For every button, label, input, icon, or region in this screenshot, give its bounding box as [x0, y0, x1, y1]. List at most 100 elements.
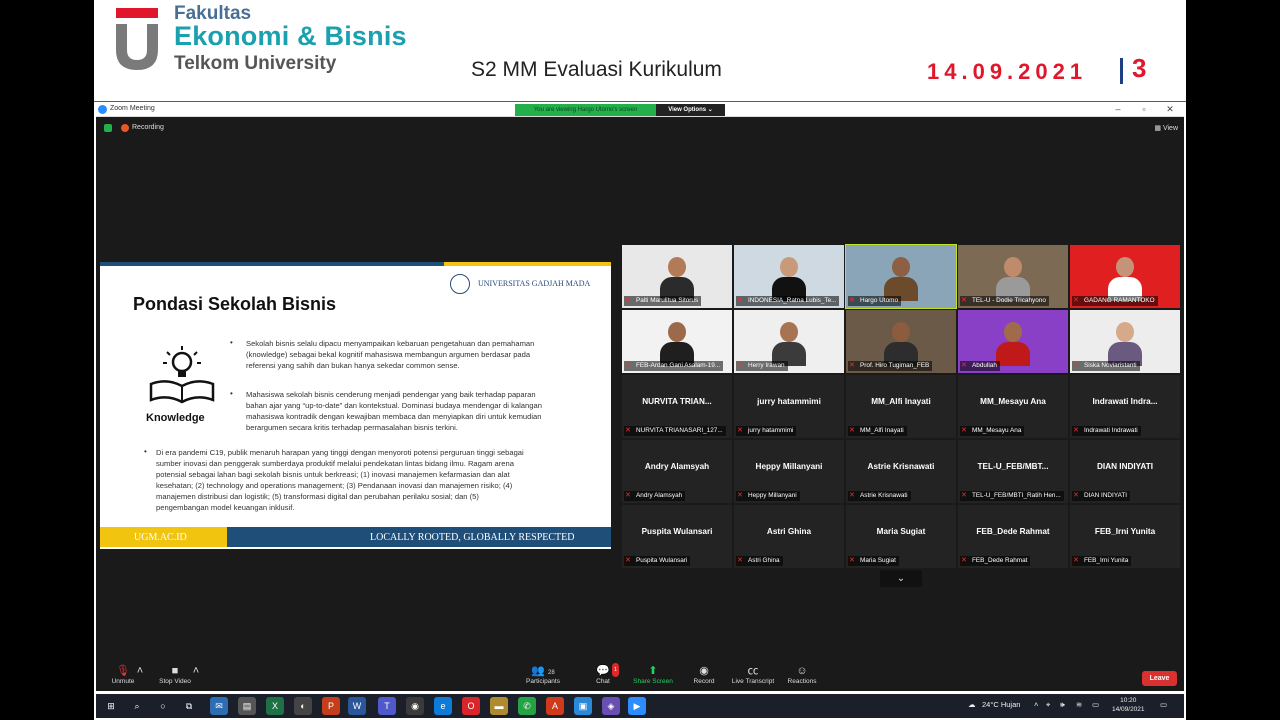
opera-app-icon[interactable]: O	[462, 697, 480, 715]
participant-name: Indrawati Indrawati	[1072, 426, 1141, 436]
video-tile[interactable]: Prof. Hiro Tugiman_FEB ✕	[846, 310, 956, 373]
name-tile[interactable]: Indrawati Indra... Indrawati Indrawati ✕	[1070, 375, 1180, 438]
stop-video-button[interactable]: ■ Stop Video	[156, 664, 194, 685]
muted-mic-icon: ✕	[961, 427, 967, 434]
view-button[interactable]: ▦ View	[1154, 124, 1178, 132]
word-app-icon[interactable]: W	[348, 697, 366, 715]
security-shield-icon[interactable]	[104, 124, 112, 132]
meeting-toolbar: 🎙 Unmute ˄ ■ Stop Video ˄ 👥 28 Participa…	[96, 661, 1184, 691]
volume-icon[interactable]: 🕪	[1060, 700, 1065, 710]
participant-head	[668, 257, 686, 277]
edge-app-icon[interactable]: e	[434, 697, 452, 715]
name-tile[interactable]: FEB_Irni Yunita FEB_Irni Yunita ✕	[1070, 505, 1180, 568]
telkom-logo-icon	[116, 8, 158, 70]
powerpoint-app-icon[interactable]: P	[322, 697, 340, 715]
live-transcript-button[interactable]: ㏄ Live Transcript	[728, 664, 778, 685]
participant-name: Astrie Krisnawati	[848, 491, 911, 501]
video-tile[interactable]: Palti Marulitua Sitorus ✕	[622, 245, 732, 308]
participant-display-name: Andry Alamsyah	[644, 462, 710, 471]
whatsapp-app-icon[interactable]: ✆	[518, 697, 536, 715]
name-tile[interactable]: Maria Sugiat Maria Sugiat ✕	[846, 505, 956, 568]
name-tile[interactable]: Astrie Krisnawati Astrie Krisnawati ✕	[846, 440, 956, 503]
reactions-button[interactable]: ☺ Reactions	[784, 664, 820, 685]
name-tile[interactable]: DIAN INDIYATI DIAN INDIYATI ✕	[1070, 440, 1180, 503]
muted-mic-icon: ✕	[737, 362, 743, 369]
folder-app-icon[interactable]: ▬	[490, 697, 508, 715]
video-camera-icon: ■	[171, 665, 179, 677]
session-title: S2 MM Evaluasi Kurikulum	[471, 58, 722, 81]
audio-options-caret[interactable]: ˄	[136, 664, 144, 678]
app-icon[interactable]: ▣	[574, 697, 592, 715]
video-tile[interactable]: TEL-U - Dodie Tricahyono ✕	[958, 245, 1068, 308]
video-tile[interactable]: Abdullah ✕	[958, 310, 1068, 373]
participant-name: FEB-Ardan Gani Asalam-19...	[624, 361, 724, 371]
name-tile[interactable]: FEB_Dede Rahmat FEB_Dede Rahmat ✕	[958, 505, 1068, 568]
participant-name: Palti Marulitua Sitorus	[624, 296, 702, 306]
app-icon[interactable]: ◈	[602, 697, 620, 715]
muted-mic-icon: 🎙	[116, 665, 130, 677]
participant-video-figure	[884, 257, 918, 301]
leave-button[interactable]: Leave	[1142, 671, 1177, 686]
maximize-icon[interactable]: ▫	[1138, 104, 1150, 114]
video-tile[interactable]: Hargo Utomo ✕	[845, 244, 957, 309]
name-tile[interactable]: Heppy Millanyani Heppy Millanyani ✕	[734, 440, 844, 503]
minimize-icon[interactable]: –	[1112, 104, 1124, 114]
muted-mic-icon: ✕	[737, 557, 743, 564]
knowledge-book-bulb-icon	[149, 346, 215, 404]
view-options-button[interactable]: View Options ⌄	[656, 104, 725, 116]
participant-head	[1004, 322, 1022, 342]
close-icon[interactable]: ✕	[1164, 104, 1176, 115]
share-screen-button[interactable]: ⬆ Share Screen	[630, 664, 676, 685]
zoom-taskbar-icon[interactable]: ▶	[628, 697, 646, 715]
video-tile[interactable]: Siska Noviaristanti ✕	[1070, 310, 1180, 373]
explorer-app-icon[interactable]: ▤	[238, 697, 256, 715]
notifications-icon[interactable]: ▭	[1160, 700, 1167, 709]
name-tile[interactable]: NURVITA TRIAN... NURVITA TRIANASARI_127..…	[622, 375, 732, 438]
participant-name: FEB_Dede Rahmat	[960, 556, 1031, 566]
muted-mic-icon: ✕	[849, 427, 855, 434]
cortana-icon[interactable]: ○	[154, 697, 172, 715]
footer-url: UGM.AC.ID	[134, 532, 187, 543]
screen: Fakultas Ekonomi & Bisnis Telkom Univers…	[0, 0, 1280, 720]
video-tile[interactable]: Herry Irawan ✕	[734, 310, 844, 373]
search-icon[interactable]: ⌕	[128, 697, 146, 715]
unmute-button[interactable]: 🎙 Unmute	[108, 664, 138, 685]
mail-app-icon[interactable]: ✉	[210, 697, 228, 715]
tray-chevron-icon[interactable]: ˄	[1034, 700, 1038, 709]
app-icon[interactable]: ◐	[294, 697, 312, 715]
video-options-caret[interactable]: ˄	[192, 664, 200, 678]
clock[interactable]: 10:20 14/09/2021	[1112, 696, 1145, 714]
participant-name: MM_Mesayu Ana	[960, 426, 1025, 436]
name-tile[interactable]: Andry Alamsyah Andry Alamsyah ✕	[622, 440, 732, 503]
windows-start-icon[interactable]: ⊞	[102, 697, 120, 715]
chat-button[interactable]: 💬 1 Chat	[590, 663, 619, 685]
paragraph-2-line: Mahasiswa sekolah bisnis cenderung menja…	[246, 390, 536, 399]
chrome-app-icon[interactable]: ◉	[406, 697, 424, 715]
participant-display-name: MM_Alfi Inayati	[871, 397, 931, 406]
video-tile[interactable]: GADANG RAMANTOKO ✕	[1070, 245, 1180, 308]
gallery-scroll-down-button[interactable]: ⌄	[880, 570, 922, 587]
name-tile[interactable]: Astri Ghina Astri Ghina ✕	[734, 505, 844, 568]
participants-button[interactable]: 👥 28 Participants	[523, 664, 563, 685]
task-view-icon[interactable]: ⧉	[180, 697, 198, 715]
video-tile[interactable]: INDONESIA_Ratna Lubis_Te... ✕	[734, 245, 844, 308]
participant-head	[1116, 322, 1134, 342]
name-tile[interactable]: Puspita Wulansari Puspita Wulansari ✕	[622, 505, 732, 568]
participants-icon: 👥 28	[531, 665, 555, 677]
teams-app-icon[interactable]: T	[378, 697, 396, 715]
name-tile[interactable]: MM_Alfi Inayati MM_Alfi Inayati ✕	[846, 375, 956, 438]
participant-video-figure	[1108, 322, 1142, 366]
paragraph-1: Sekolah bisnis selalu dipacu menyampaika…	[246, 338, 606, 371]
slide-top-accent	[444, 262, 611, 266]
video-tile[interactable]: FEB-Ardan Gani Asalam-19... ✕	[622, 310, 732, 373]
participant-head	[668, 322, 686, 342]
name-tile[interactable]: jurry hatammimi jurry hatammimi ✕	[734, 375, 844, 438]
unmute-label: Unmute	[111, 678, 135, 685]
wifi-icon[interactable]: ≋	[1076, 700, 1082, 709]
weather-icon: ☁	[968, 700, 976, 709]
pdf-app-icon[interactable]: A	[546, 697, 564, 715]
record-button[interactable]: ◉ Record	[690, 664, 718, 685]
name-tile[interactable]: MM_Mesayu Ana MM_Mesayu Ana ✕	[958, 375, 1068, 438]
name-tile[interactable]: TEL-U_FEB/MBT... TEL-U_FEB/MBTI_Ratih Hen…	[958, 440, 1068, 503]
excel-app-icon[interactable]: X	[266, 697, 284, 715]
